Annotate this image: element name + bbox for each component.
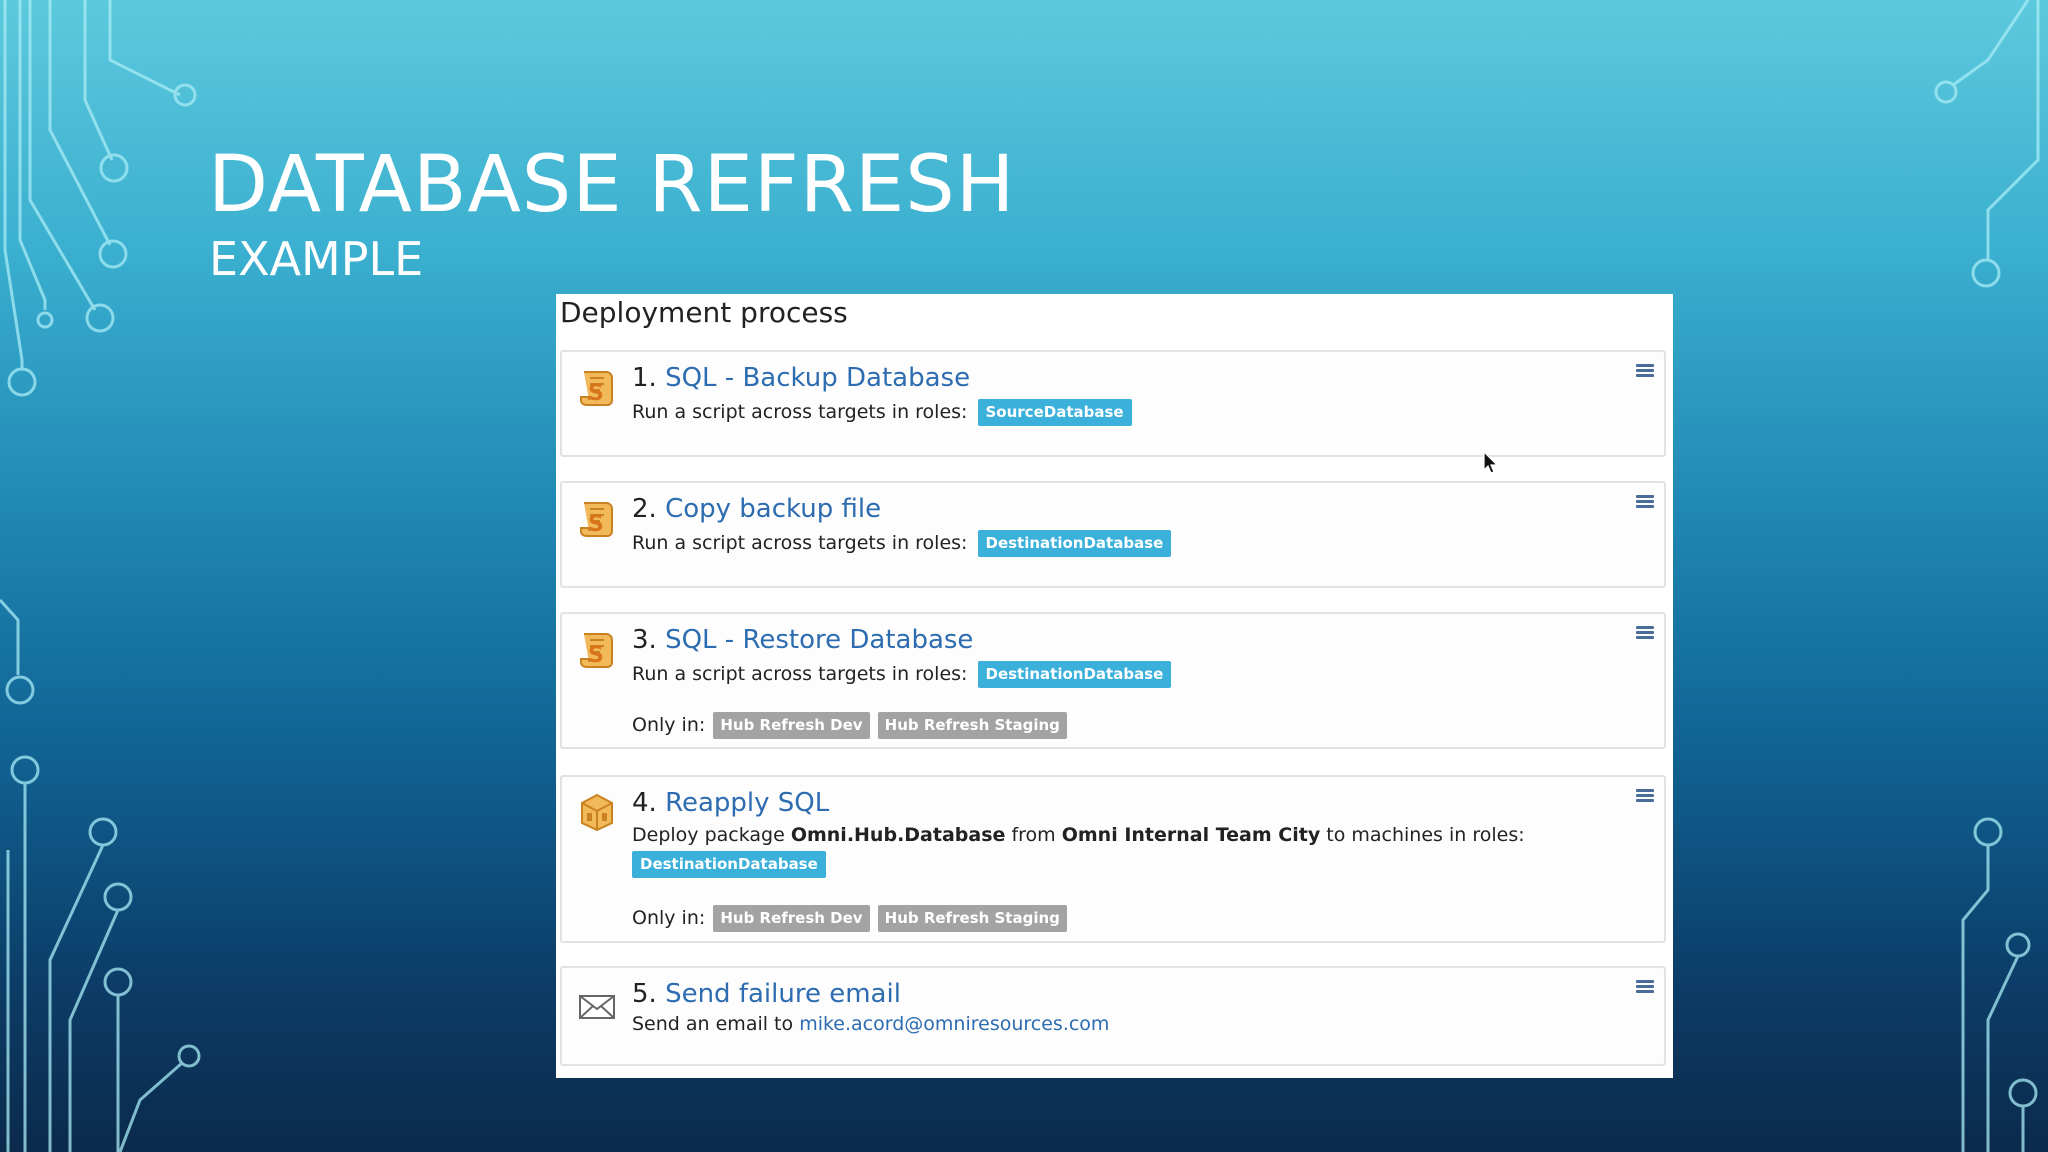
step-number: 5. (632, 979, 657, 1009)
step-number: 2. (632, 494, 657, 524)
step-description-text: Run a script across targets in roles: (632, 401, 968, 423)
script-icon: S (580, 371, 613, 406)
step-menu-icon[interactable] (1636, 364, 1654, 378)
only-in-row: Only in: Hub Refresh Dev Hub Refresh Sta… (632, 904, 1067, 932)
step-link-reapply-sql[interactable]: Reapply SQL (665, 788, 829, 818)
deployment-process-panel: Deployment process S 1. SQL - Backup Dat… (556, 294, 1673, 1078)
deployment-step-1: S 1. SQL - Backup Database Run a script … (560, 350, 1666, 457)
slide-title: DATABASE REFRESH (208, 140, 1016, 230)
step-title: 4. Reapply SQL (632, 787, 829, 819)
feed-name: Omni Internal Team City (1061, 824, 1321, 846)
only-in-label: Only in: (632, 907, 706, 929)
svg-text:S: S (588, 643, 604, 668)
step-description: Run a script across targets in roles: So… (632, 398, 1132, 426)
step-number: 1. (632, 363, 657, 393)
desc-suffix: to machines in roles: (1326, 824, 1525, 846)
step-title: 3. SQL - Restore Database (632, 624, 973, 656)
step-link-sql-backup-database[interactable]: SQL - Backup Database (665, 363, 970, 393)
panel-header-label: Deployment process (560, 296, 848, 329)
step-description: Send an email to mike.acord@omniresource… (632, 1010, 1109, 1038)
role-tag-row: DestinationDatabase (632, 851, 826, 878)
script-icon: S (580, 502, 613, 537)
step-number: 3. (632, 625, 657, 655)
circuit-decoration-right (1934, 0, 2040, 1152)
mouse-cursor-icon (1483, 451, 1499, 474)
package-name: Omni.Hub.Database (790, 824, 1006, 846)
step-description-text: Run a script across targets in roles: (632, 663, 968, 685)
environment-tag: Hub Refresh Dev (713, 905, 870, 932)
slide-subtitle: EXAMPLE (209, 232, 424, 286)
step-description: Run a script across targets in roles: De… (632, 529, 1172, 557)
role-tag: DestinationDatabase (977, 661, 1172, 688)
deployment-step-4: 4. Reapply SQL Deploy package Omni.Hub.D… (560, 775, 1666, 943)
environment-tag: Hub Refresh Staging (877, 905, 1067, 932)
deployment-step-5: 5. Send failure email Send an email to m… (560, 966, 1666, 1066)
circuit-decoration-left (0, 0, 201, 1152)
only-in-row: Only in: Hub Refresh Dev Hub Refresh Sta… (632, 711, 1067, 739)
environment-tag: Hub Refresh Dev (713, 712, 870, 739)
email-link[interactable]: mike.acord@omniresources.com (799, 1013, 1109, 1035)
desc-from: from (1011, 824, 1056, 846)
step-title: 1. SQL - Backup Database (632, 362, 970, 394)
step-description: Deploy package Omni.Hub.Database from Om… (632, 821, 1525, 849)
step-number: 4. (632, 788, 657, 818)
deployment-step-2: S 2. Copy backup file Run a script acros… (560, 481, 1666, 588)
step-title: 2. Copy backup file (632, 493, 881, 525)
step-description-text: Run a script across targets in roles: (632, 532, 968, 554)
step-menu-icon[interactable] (1636, 495, 1654, 509)
package-icon (581, 793, 613, 831)
role-tag: DestinationDatabase (977, 530, 1172, 557)
desc-prefix: Send an email to (632, 1013, 794, 1035)
script-icon: S (580, 633, 613, 668)
step-link-sql-restore-database[interactable]: SQL - Restore Database (665, 625, 973, 655)
only-in-label: Only in: (632, 714, 706, 736)
desc-prefix: Deploy package (632, 824, 785, 846)
step-menu-icon[interactable] (1636, 626, 1654, 640)
role-tag: SourceDatabase (977, 399, 1132, 426)
envelope-icon (579, 995, 615, 1019)
step-description: Run a script across targets in roles: De… (632, 660, 1172, 688)
step-menu-icon[interactable] (1636, 980, 1654, 994)
environment-tag: Hub Refresh Staging (877, 712, 1067, 739)
step-link-send-failure-email[interactable]: Send failure email (665, 979, 901, 1009)
step-menu-icon[interactable] (1636, 789, 1654, 803)
deployment-step-3: S 3. SQL - Restore Database Run a script… (560, 612, 1666, 749)
step-link-copy-backup-file[interactable]: Copy backup file (665, 494, 881, 524)
panel-header: Deployment process (560, 294, 848, 350)
role-tag: DestinationDatabase (632, 851, 826, 878)
svg-text:S: S (588, 381, 604, 406)
step-title: 5. Send failure email (632, 978, 901, 1010)
svg-text:S: S (588, 512, 604, 537)
